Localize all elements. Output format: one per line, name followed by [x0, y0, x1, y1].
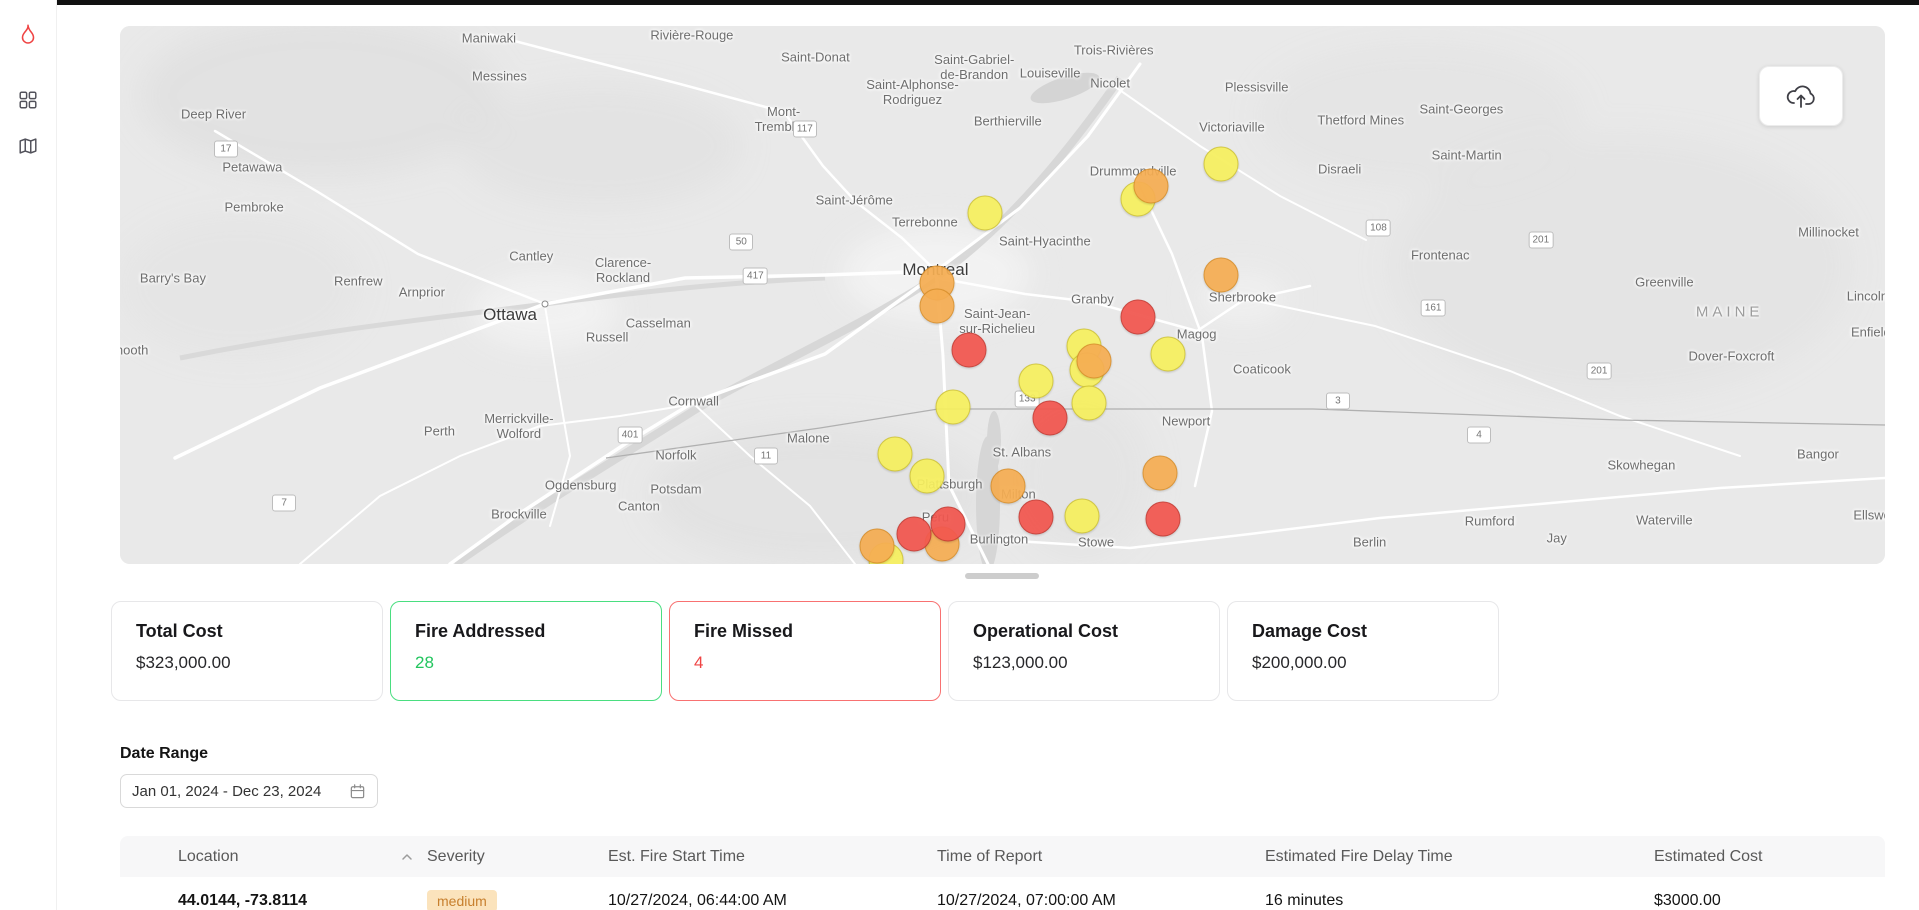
column-header-report-time: Time of Report: [937, 847, 1043, 865]
road-shield-badge: 417: [743, 267, 768, 285]
date-range-value: Jan 01, 2024 - Dec 23, 2024: [132, 782, 322, 800]
table-body: 44.0144, -73.8114 medium 10/27/2024, 06:…: [120, 877, 1885, 910]
cloud-upload-icon: [1786, 84, 1815, 108]
map-scroll-indicator[interactable]: [965, 573, 1039, 579]
stat-card-label: Operational Cost: [973, 621, 1119, 641]
road-shield-badge: 50: [729, 233, 754, 251]
road-shield-badge: 17: [213, 140, 238, 158]
road-shield-badge: 161: [1420, 299, 1446, 317]
fire-marker-orange[interactable]: [919, 288, 955, 324]
road-shield-badge: 3: [1325, 392, 1350, 410]
sidebar-item-fires[interactable]: [16, 22, 40, 46]
stat-card-operational-cost: Operational Cost $123,000.00: [948, 601, 1220, 701]
fire-marker-red[interactable]: [1120, 299, 1156, 335]
fire-marker-red[interactable]: [896, 516, 932, 552]
column-header-delay-time: Estimated Fire Delay Time: [1265, 847, 1453, 865]
stat-card-label: Fire Addressed: [415, 621, 546, 641]
stat-card-value: $323,000.00: [136, 653, 231, 672]
stats-row: Total Cost $323,000.00 Fire Addressed 28…: [111, 601, 1919, 701]
road-shield-badge: 7: [272, 494, 297, 512]
app-root: Maniwaki Rivière-Rouge Saint-Donat Saint-Ga…: [0, 0, 1919, 910]
flame-icon: [21, 24, 35, 44]
stat-card-total-cost: Total Cost $323,000.00: [111, 601, 383, 701]
stat-card-label: Fire Missed: [694, 621, 794, 641]
road-shield-badge: 401: [617, 426, 643, 444]
sort-caret-icon[interactable]: [401, 853, 413, 861]
column-header-start-time: Est. Fire Start Time: [608, 847, 745, 865]
cell-cost: $3000.00: [1654, 891, 1721, 909]
severity-badge: medium: [427, 889, 497, 910]
main-content: Maniwaki Rivière-Rouge Saint-Donat Saint-Ga…: [57, 0, 1919, 910]
cell-start-time: 10/27/2024, 06:44:00 AM: [608, 891, 787, 909]
date-range-label: Date Range: [120, 745, 209, 762]
fire-marker-yellow[interactable]: [1203, 146, 1239, 182]
map-icon: [19, 138, 37, 154]
fire-marker-yellow[interactable]: [877, 436, 913, 472]
fires-table: Location Severity Est. Fire Start Time T…: [120, 836, 1885, 910]
upload-button[interactable]: [1759, 66, 1843, 126]
cell-location: 44.0144, -73.8114: [178, 891, 308, 909]
road-shield-badge: 108: [1366, 219, 1391, 237]
fire-marker-orange[interactable]: [1133, 168, 1169, 204]
fire-marker-yellow[interactable]: [1071, 385, 1107, 421]
column-header-cost: Estimated Cost: [1654, 847, 1763, 865]
fire-marker-orange[interactable]: [859, 528, 895, 564]
map-canvas[interactable]: Maniwaki Rivière-Rouge Saint-Donat Saint-Ga…: [120, 26, 1885, 564]
fire-marker-red[interactable]: [1018, 499, 1054, 535]
sidebar-item-map[interactable]: [16, 134, 40, 158]
table-row[interactable]: 44.0144, -73.8114 medium 10/27/2024, 06:…: [120, 877, 1885, 910]
sidebar-item-dashboard[interactable]: [16, 88, 40, 112]
column-label: Location: [178, 847, 239, 865]
date-range-input[interactable]: Jan 01, 2024 - Dec 23, 2024: [120, 774, 378, 808]
stat-card-value: 28: [415, 653, 434, 672]
fire-marker-red[interactable]: [1032, 400, 1068, 436]
fire-marker-red[interactable]: [1145, 501, 1181, 537]
road-shield-badge: 201: [1528, 231, 1554, 249]
stat-card-value: 4: [694, 653, 704, 672]
stat-card-label: Total Cost: [136, 621, 223, 641]
stat-card-value: $200,000.00: [1252, 653, 1347, 672]
dashboard-grid-icon: [19, 91, 37, 109]
fire-marker-orange[interactable]: [990, 468, 1026, 504]
cell-delay-time: 16 minutes: [1265, 891, 1344, 909]
fire-marker-yellow[interactable]: [935, 389, 971, 425]
fire-marker-yellow[interactable]: [967, 195, 1003, 231]
fire-marker-red[interactable]: [951, 332, 987, 368]
road-shield-badge: 11: [753, 447, 778, 465]
fire-marker-orange[interactable]: [1203, 257, 1239, 293]
fire-marker-red[interactable]: [930, 506, 966, 542]
road-shield-badge: 4: [1467, 426, 1492, 444]
road-shield-badge: 201: [1586, 362, 1612, 380]
column-header-severity: Severity: [427, 847, 485, 865]
cell-report-time: 10/27/2024, 07:00:00 AM: [937, 891, 1116, 909]
date-range-section: Date Range Jan 01, 2024 - Dec 23, 2024: [120, 745, 1919, 808]
fire-marker-yellow[interactable]: [1150, 336, 1186, 372]
calendar-icon: [350, 783, 365, 798]
fire-marker-yellow[interactable]: [1064, 498, 1100, 534]
road-shield-badge: 117: [792, 120, 817, 138]
cell-severity: medium: [427, 889, 608, 910]
fire-marker-yellow[interactable]: [1018, 363, 1054, 399]
stat-card-label: Damage Cost: [1252, 621, 1368, 641]
table-header: Location Severity Est. Fire Start Time T…: [120, 836, 1885, 877]
sidebar: [0, 0, 57, 910]
stat-card-damage-cost: Damage Cost $200,000.00: [1227, 601, 1499, 701]
column-header-location[interactable]: Location: [178, 848, 427, 866]
fire-marker-orange[interactable]: [1076, 343, 1112, 379]
fire-marker-yellow[interactable]: [909, 458, 945, 494]
fire-marker-orange[interactable]: [1142, 455, 1178, 491]
stat-card-fire-missed: Fire Missed 4: [669, 601, 941, 701]
stat-card-fire-addressed: Fire Addressed 28: [390, 601, 662, 701]
stat-card-value: $123,000.00: [973, 653, 1068, 672]
